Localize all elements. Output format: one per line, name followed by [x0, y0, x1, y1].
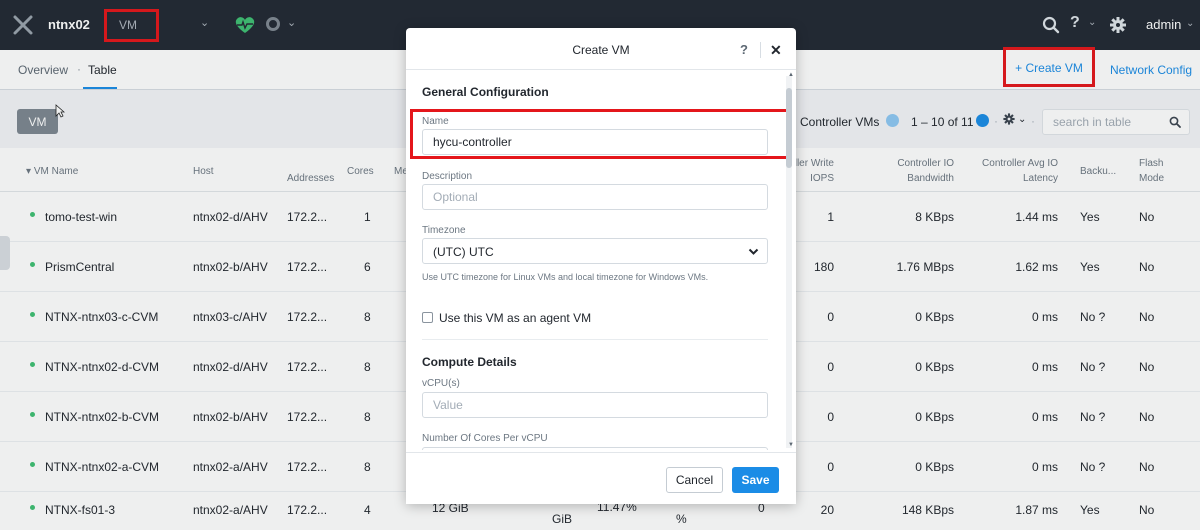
vcpu-label: vCPU(s) — [422, 378, 460, 389]
scrollbar-thumb[interactable] — [786, 88, 792, 168]
header-divider — [760, 42, 761, 58]
name-input[interactable] — [422, 129, 768, 155]
timezone-value: (UTC) UTC — [433, 245, 494, 259]
dialog-scrollbar[interactable] — [786, 76, 792, 448]
name-label: Name — [422, 116, 449, 127]
description-input[interactable] — [422, 184, 768, 210]
vcpu-input[interactable] — [422, 392, 768, 418]
timezone-help-text: Use UTC timezone for Linux VMs and local… — [422, 272, 709, 282]
dialog-title: Create VM — [572, 43, 630, 57]
create-vm-dialog: Create VM ? ✕ General Configuration Name… — [406, 28, 796, 504]
save-button[interactable]: Save — [732, 467, 779, 493]
scroll-down-arrow-icon[interactable]: ▼ — [788, 442, 794, 448]
agent-vm-checkbox[interactable] — [422, 312, 433, 323]
dialog-footer: Cancel Save — [406, 452, 796, 504]
timezone-select[interactable]: (UTC) UTC — [422, 238, 768, 264]
cores-per-vcpu-input[interactable] — [422, 447, 768, 450]
agent-vm-label[interactable]: Use this VM as an agent VM — [439, 311, 591, 325]
dialog-header: Create VM ? ✕ — [406, 28, 796, 70]
chevron-down-icon — [748, 248, 759, 255]
general-configuration-heading: General Configuration — [422, 85, 549, 99]
section-divider — [422, 339, 768, 340]
compute-details-heading: Compute Details — [422, 355, 517, 369]
cancel-button[interactable]: Cancel — [666, 467, 723, 493]
scroll-up-arrow-icon[interactable]: ▲ — [788, 72, 794, 78]
cores-per-vcpu-label: Number Of Cores Per vCPU — [422, 433, 548, 444]
help-icon[interactable]: ? — [740, 42, 748, 57]
timezone-label: Timezone — [422, 225, 466, 236]
dialog-body: General Configuration Name Description T… — [406, 70, 796, 450]
close-icon[interactable]: ✕ — [770, 42, 782, 59]
description-label: Description — [422, 171, 473, 182]
